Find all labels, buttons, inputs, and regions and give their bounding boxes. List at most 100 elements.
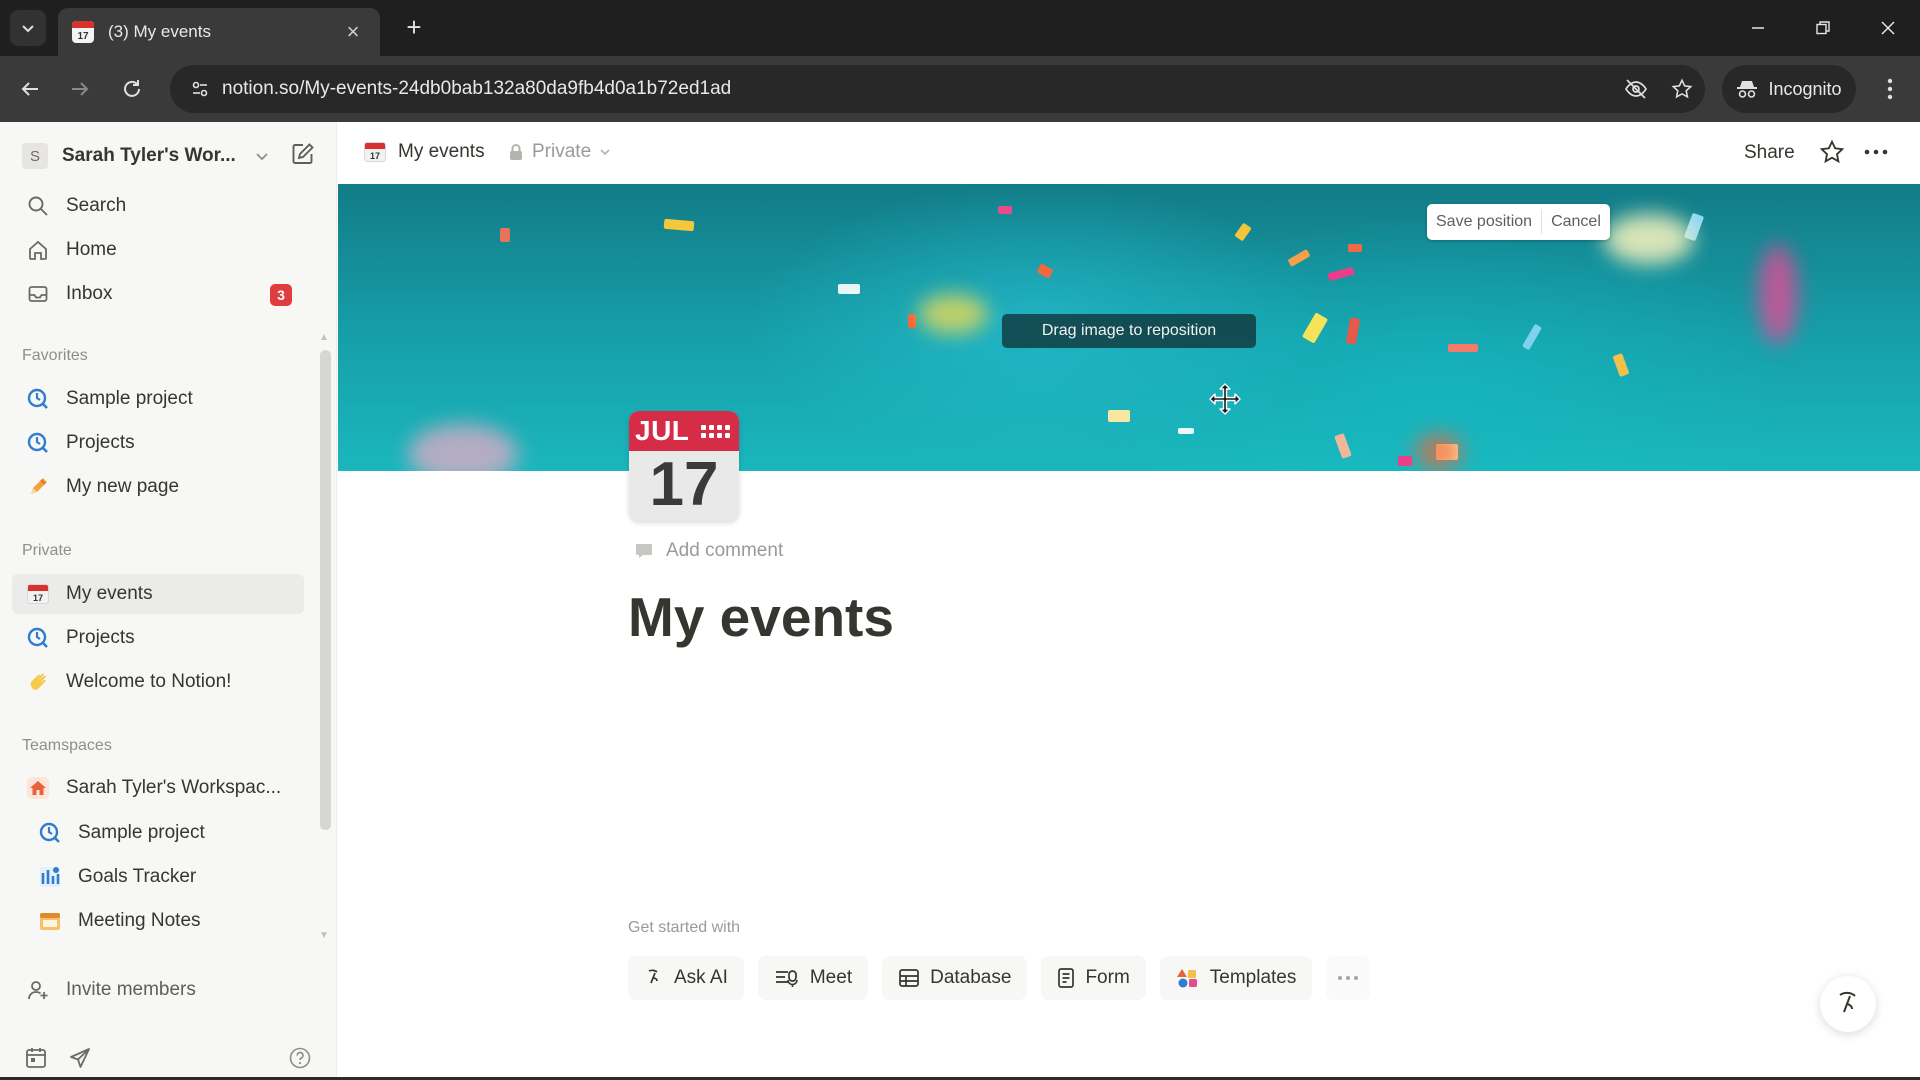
chevron-down-icon <box>254 148 270 164</box>
add-comment-label: Add comment <box>666 540 784 561</box>
search-icon <box>24 192 52 220</box>
address-bar[interactable]: notion.so/My-events-24db0bab132a80da9fb4… <box>170 65 1705 113</box>
sidebar-item-sample-project[interactable]: Sample project <box>12 379 304 419</box>
browser-menu-button[interactable] <box>1872 71 1908 107</box>
reload-button[interactable] <box>114 71 150 107</box>
eye-off-icon[interactable] <box>1613 77 1659 101</box>
confetti-piece <box>1178 428 1194 434</box>
sidebar-scrollbar[interactable] <box>320 350 331 830</box>
confetti-piece <box>838 284 860 294</box>
tab-search-button[interactable] <box>10 10 46 46</box>
sidebar-item-label: Welcome to Notion! <box>66 671 232 692</box>
help-icon[interactable] <box>288 1046 312 1070</box>
privacy-dropdown[interactable]: Private <box>508 141 611 163</box>
ai-face-icon <box>1839 991 1856 1013</box>
privacy-label: Private <box>532 141 592 162</box>
chip-label: Form <box>1085 967 1130 988</box>
incognito-indicator[interactable]: Incognito <box>1722 65 1856 113</box>
chip-label: Ask AI <box>674 967 728 988</box>
get-started-label: Get started with <box>628 919 741 936</box>
sidebar-item-label: Projects <box>66 627 135 648</box>
browser-tab-active[interactable]: 17 (3) My events × <box>58 8 380 56</box>
templates-button[interactable]: Templates <box>1159 956 1313 1000</box>
page-more-icon[interactable] <box>1862 139 1890 165</box>
goals-icon <box>36 863 64 891</box>
url-text[interactable]: notion.so/My-events-24db0bab132a80da9fb4… <box>222 78 1613 100</box>
notion-ai-button[interactable] <box>1820 976 1876 1032</box>
sidebar-item-welcome[interactable]: Welcome to Notion! <box>12 662 304 702</box>
sidebar-item-my-events[interactable]: 17 My events <box>12 574 304 614</box>
project-icon <box>36 819 64 847</box>
page-title[interactable]: My events <box>628 585 894 649</box>
form-button[interactable]: Form <box>1041 956 1146 1000</box>
compose-icon <box>292 143 314 164</box>
breadcrumb[interactable]: 17 My events <box>364 141 485 163</box>
scroll-down-arrow-icon[interactable]: ▼ <box>319 930 329 941</box>
forward-button[interactable] <box>62 71 98 107</box>
bokeh-blob <box>918 294 988 334</box>
site-settings-icon[interactable] <box>178 79 222 99</box>
templates-icon <box>1176 969 1197 988</box>
cancel-button[interactable]: Cancel <box>1542 204 1610 240</box>
sidebar-item-search[interactable]: Search <box>12 186 304 226</box>
sidebar-item-label: My new page <box>66 476 180 497</box>
more-vertical-icon <box>1887 78 1893 100</box>
confetti-piece <box>1327 266 1355 282</box>
calendar-app-icon[interactable] <box>24 1046 48 1070</box>
close-window-icon[interactable] <box>1865 10 1911 46</box>
sidebar-item-label: Home <box>66 239 117 260</box>
lock-icon <box>510 144 522 160</box>
favorites-section-label[interactable]: Favorites <box>22 347 88 365</box>
database-button[interactable]: Database <box>882 956 1028 1000</box>
cover-image[interactable]: Save position Cancel Drag image to repos… <box>338 184 1920 471</box>
teamspaces-section-label[interactable]: Teamspaces <box>22 737 112 755</box>
new-tab-button[interactable]: + <box>398 12 430 44</box>
reload-icon <box>124 80 140 97</box>
ask-ai-button[interactable]: Ask AI <box>628 956 744 1000</box>
minimize-icon[interactable] <box>1735 10 1781 46</box>
sidebar-item-teamspace[interactable]: Sarah Tyler's Workspac... <box>12 768 304 808</box>
sidebar-item-my-new-page[interactable]: My new page <box>12 467 304 507</box>
pencil-icon <box>24 473 52 501</box>
share-button[interactable]: Share <box>1744 142 1795 164</box>
sidebar-item-home[interactable]: Home <box>12 230 304 270</box>
bokeh-blob <box>1416 434 1462 470</box>
meet-button[interactable]: Meet <box>757 956 869 1000</box>
confetti-piece <box>908 314 916 328</box>
browser-tab-bar: 17 (3) My events × + <box>0 0 1920 56</box>
browser-toolbar: notion.so/My-events-24db0bab132a80da9fb4… <box>0 56 1920 122</box>
workspace-switcher[interactable]: S Sarah Tyler's Wor... <box>22 138 322 174</box>
confetti-piece <box>1348 244 1362 252</box>
workspace-name: Sarah Tyler's Wor... <box>62 145 236 166</box>
sidebar-item-goals-tracker[interactable]: Goals Tracker <box>12 857 304 897</box>
restore-icon[interactable] <box>1800 10 1846 46</box>
sidebar-item-inbox[interactable]: Inbox 3 <box>12 274 304 314</box>
invite-members-button[interactable]: Invite members <box>12 970 304 1010</box>
private-section-label[interactable]: Private <box>22 542 72 560</box>
calendar-rings <box>701 424 731 438</box>
arrow-left-icon <box>21 82 38 96</box>
add-user-icon <box>24 976 52 1004</box>
chip-label: Meet <box>809 967 853 988</box>
calendar-icon: 17 <box>24 580 52 608</box>
add-comment-button[interactable]: Add comment <box>634 540 783 562</box>
confetti-piece <box>1448 344 1478 352</box>
confetti-piece <box>998 206 1012 214</box>
sidebar: S Sarah Tyler's Wor... Search Home Inbox… <box>0 122 337 1080</box>
tab-close-icon[interactable]: × <box>340 19 366 45</box>
new-page-button[interactable] <box>290 141 316 167</box>
incognito-label: Incognito <box>1768 78 1842 99</box>
sidebar-item-meeting-notes[interactable]: Meeting Notes <box>12 901 304 941</box>
bookmark-star-icon[interactable] <box>1659 78 1705 100</box>
sidebar-item-label: Sample project <box>66 388 193 409</box>
page-calendar-icon[interactable]: JUL 17 <box>629 411 739 521</box>
send-icon[interactable] <box>68 1046 92 1070</box>
sidebar-item-projects[interactable]: Projects <box>12 423 304 463</box>
save-position-button[interactable]: Save position <box>1427 204 1541 240</box>
more-options-button[interactable] <box>1326 956 1371 1000</box>
sidebar-item-projects-private[interactable]: Projects <box>12 618 304 658</box>
scroll-up-arrow-icon[interactable]: ▲ <box>319 332 329 343</box>
sidebar-item-team-sample-project[interactable]: Sample project <box>12 813 304 853</box>
favorite-star-icon[interactable] <box>1819 139 1845 165</box>
back-button[interactable] <box>12 71 48 107</box>
